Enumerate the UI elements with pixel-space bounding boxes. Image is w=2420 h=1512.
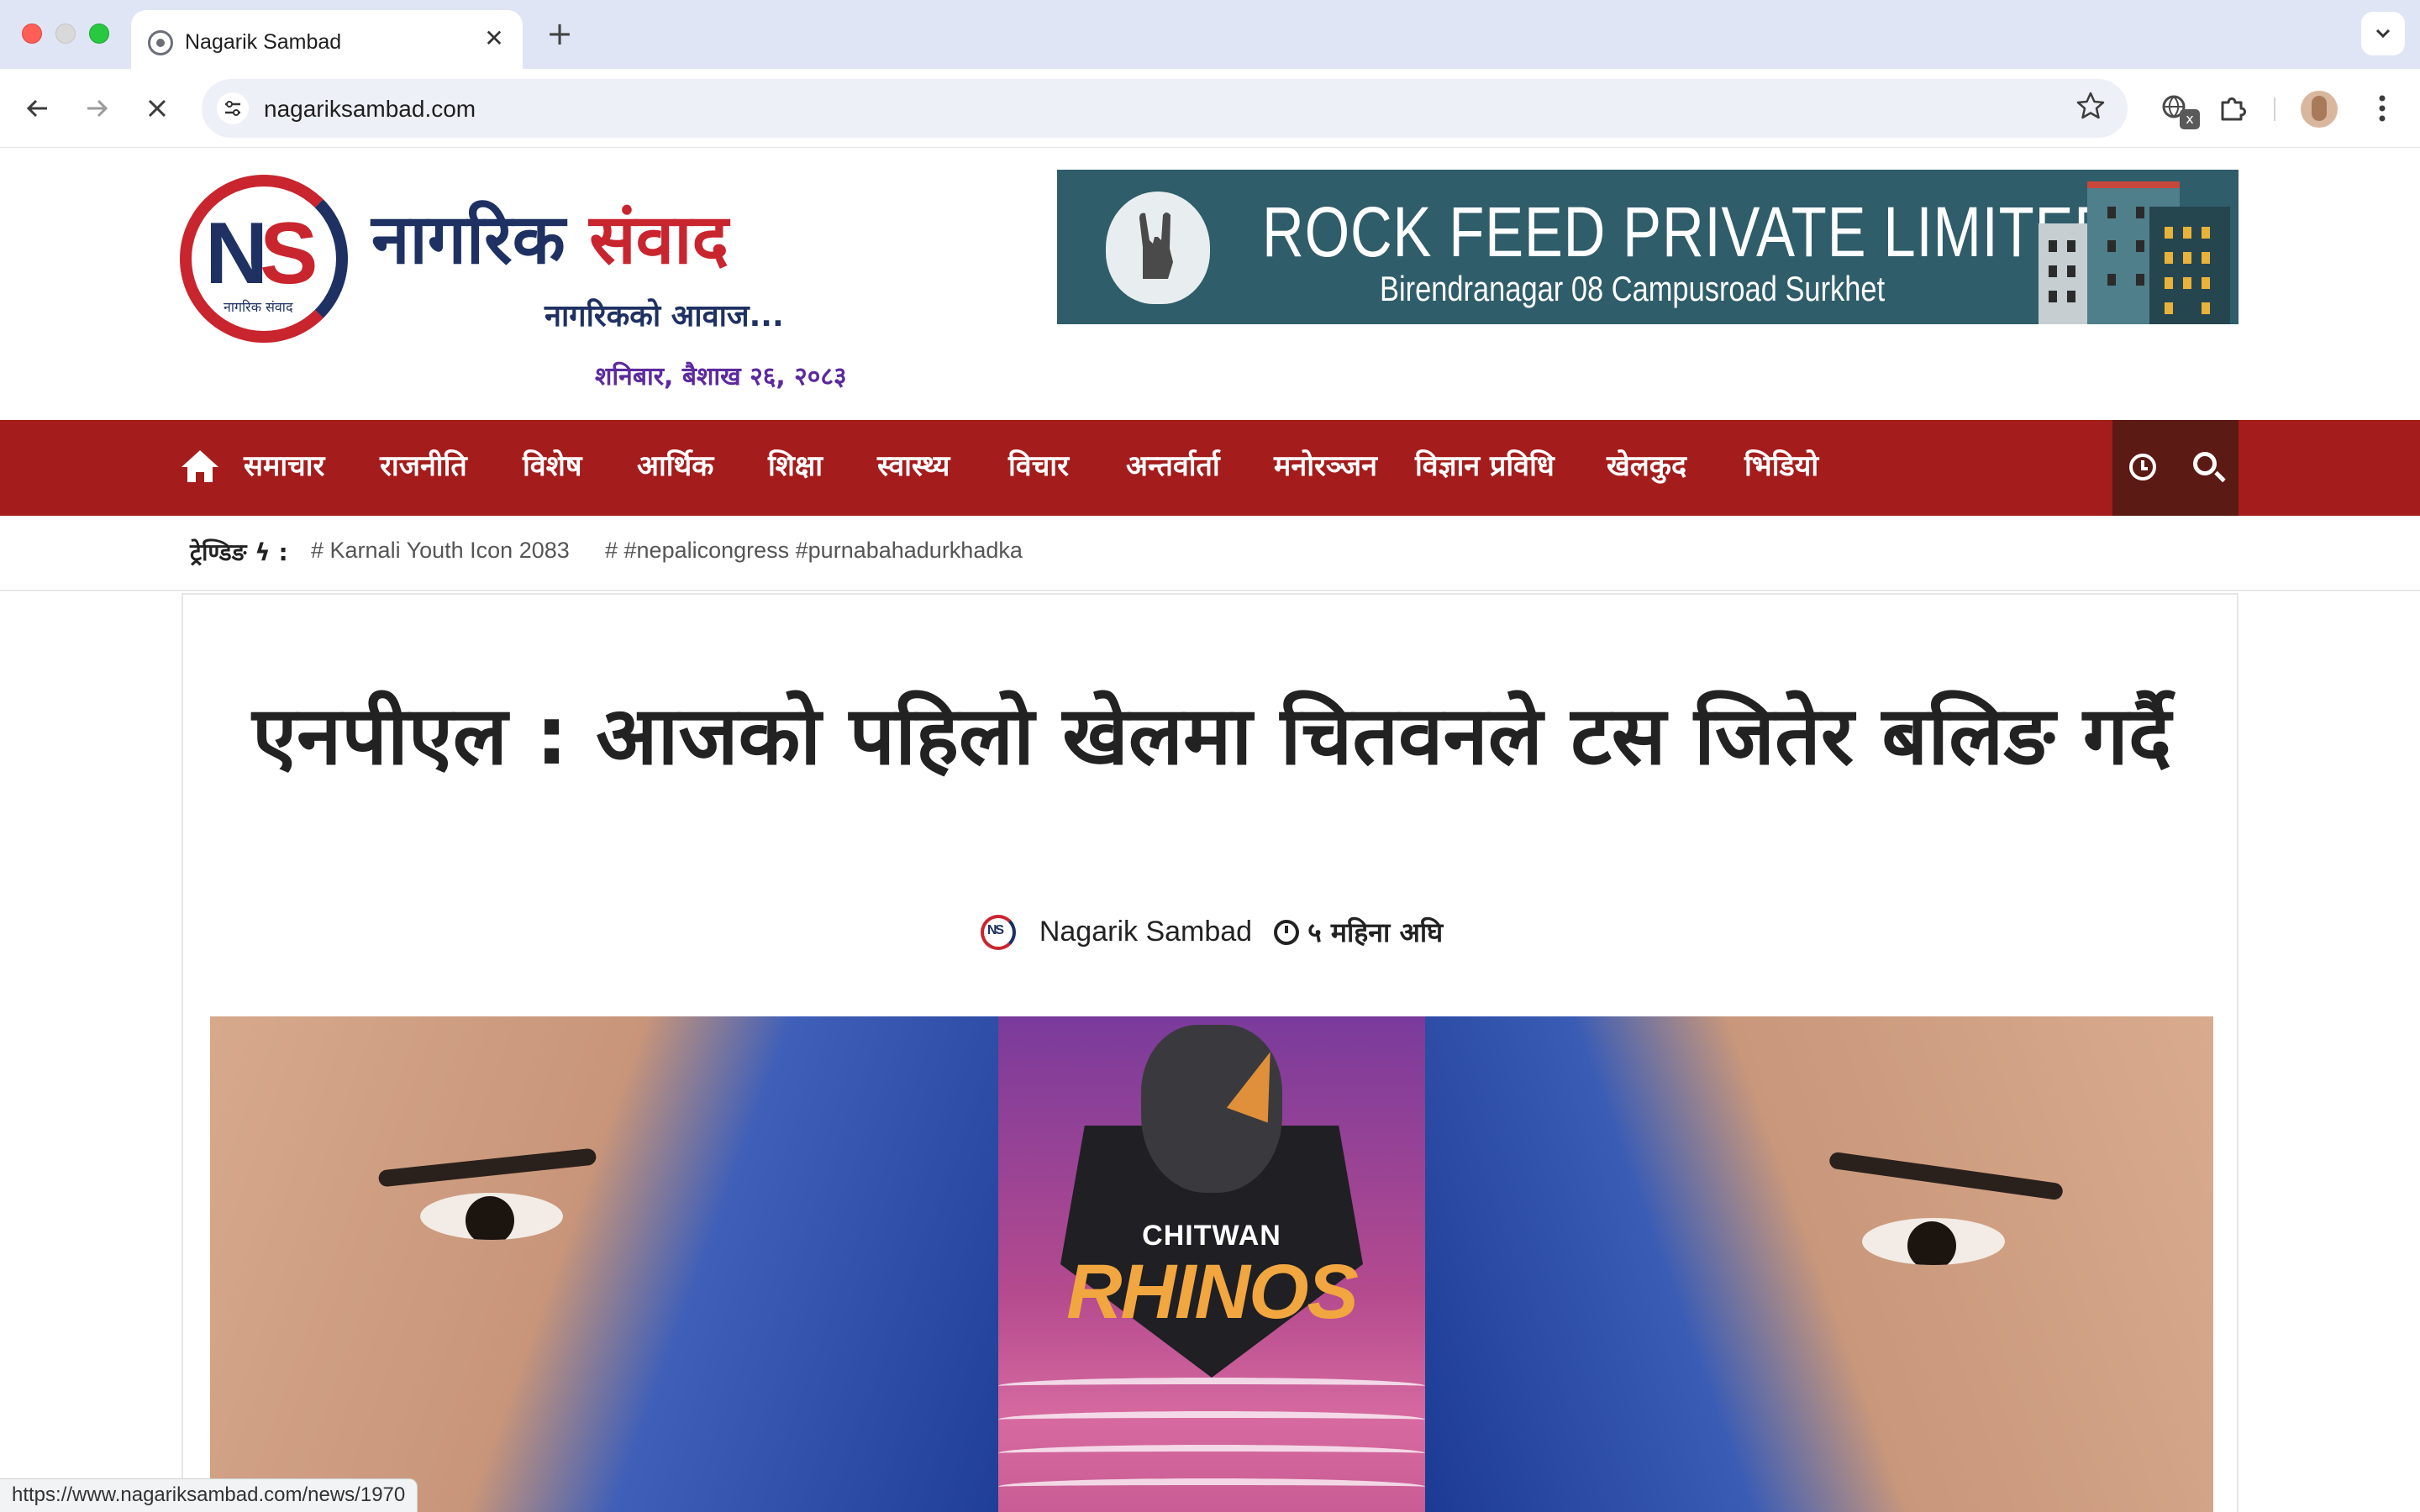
brand-name-part1: नागरिक	[371, 200, 566, 280]
rock-hand-logo	[1106, 192, 1210, 304]
site-info-button[interactable]	[217, 92, 249, 124]
tab-title: Nagarik Sambad	[185, 30, 342, 54]
window-close-button[interactable]	[22, 24, 42, 44]
browser-tab-active[interactable]: Nagarik Sambad ✕	[131, 10, 523, 69]
team-name-top: CHITWAN	[1142, 1220, 1281, 1252]
clock-icon[interactable]	[2129, 454, 2156, 480]
current-date: शनिबार, बैशाख २६, २०८३	[595, 362, 847, 391]
tab-search-button[interactable]	[2361, 12, 2405, 55]
nav-item-samachar[interactable]: समाचार	[244, 445, 324, 487]
article-headline: एनपीएल : आजको पहिलो खेलमा चितवनले टस जित…	[252, 689, 2171, 783]
nav-item-bigyan-prabidhi[interactable]: विज्ञान प्रविधि	[1415, 445, 1555, 487]
back-button[interactable]	[17, 87, 59, 129]
team-name-bottom: RHINOS	[1066, 1249, 1359, 1335]
arrow-right-icon	[87, 99, 108, 118]
nav-item-bichar[interactable]: विचार	[1008, 445, 1069, 487]
browser-toolbar: nagariksambad.com x	[0, 69, 2420, 148]
article-meta: Nagarik Sambad ५ महिना अघि	[183, 914, 2240, 956]
brand-name-part2: संवाद	[589, 200, 729, 280]
tab-close-icon[interactable]: ✕	[481, 25, 508, 52]
extension-badge: x	[2180, 109, 2200, 129]
ad-title: ROCK FEED PRIVATE LIMITED	[1262, 192, 2117, 271]
browser-menu-button[interactable]	[2363, 89, 2402, 128]
brand-name[interactable]: नागरिक संवाद	[371, 198, 729, 282]
chitwan-rhinos-logo: CHITWAN RHINOS	[1060, 1025, 1363, 1378]
ad-subtitle: Birendranagar 08 Campusroad Surkhet	[1380, 269, 1886, 308]
new-tab-button[interactable]: +	[541, 15, 578, 52]
search-icon[interactable]	[2193, 452, 2217, 475]
trending-tag[interactable]: # Karnali Youth Icon 2083	[311, 538, 570, 564]
nav-item-antarvarta[interactable]: अन्तर्वार्ता	[1126, 445, 1220, 487]
close-icon	[148, 99, 166, 118]
arrow-left-icon	[26, 99, 47, 118]
player-photo-right	[1425, 1016, 2213, 1512]
nav-item-rajniti[interactable]: राजनीति	[380, 445, 467, 487]
kebab-menu-icon	[2379, 95, 2386, 122]
browser-tab-strip: Nagarik Sambad ✕ +	[0, 0, 2420, 69]
author-name[interactable]: Nagarik Sambad	[1039, 916, 1252, 948]
nav-item-khelkud[interactable]: खेलकुद	[1607, 445, 1686, 487]
bookmark-star-icon[interactable]	[2075, 91, 2106, 129]
window-minimize-button[interactable]	[55, 24, 76, 44]
extension-icon[interactable]: x	[2156, 89, 2200, 129]
main-navigation: समाचार राजनीति विशेष आर्थिक शिक्षा स्वास…	[0, 420, 2420, 516]
status-link-preview: https://www.nagariksambad.com/news/1970	[0, 1478, 418, 1512]
tune-icon	[225, 101, 240, 116]
author-avatar[interactable]	[980, 914, 1016, 950]
trending-tag[interactable]: # #nepalicongress #purnabahadurkhadka	[605, 538, 1023, 564]
nav-tools	[2112, 420, 2238, 516]
window-maximize-button[interactable]	[89, 24, 109, 44]
toolbar-separator	[2274, 97, 2275, 121]
nav-item-swasthya[interactable]: स्वास्थ्य	[877, 445, 950, 487]
nav-item-shiksha[interactable]: शिक्षा	[768, 445, 823, 487]
logo-subtitle: नागरिक संवाद	[224, 299, 293, 315]
nav-item-video[interactable]: भिडियो	[1744, 445, 1818, 487]
trending-bar: ट्रेण्डिङ ϟ : # Karnali Youth Icon 2083 …	[0, 516, 2420, 591]
published-time: ५ महिना अघि	[1307, 916, 1444, 948]
article-card: एनपीएल : आजको पहिलो खेलमा चितवनले टस जित…	[182, 593, 2238, 1512]
home-icon[interactable]	[180, 447, 220, 487]
building-illustration	[2149, 207, 2230, 324]
nav-item-arthik[interactable]: आर्थिक	[637, 445, 713, 487]
extensions-menu-button[interactable]	[2213, 89, 2252, 128]
chevron-down-icon	[2375, 29, 2391, 39]
ad-banner[interactable]: ROCK FEED PRIVATE LIMITED Birendranagar …	[1057, 170, 2238, 324]
nav-item-manoranjan[interactable]: मनोरञ्जन	[1274, 445, 1377, 487]
player-photo-left	[210, 1016, 998, 1512]
rock-hand-icon	[1139, 213, 1173, 279]
article-hero-image[interactable]: CHITWAN RHINOS	[210, 1016, 2213, 1512]
logo-letters: NS	[205, 205, 318, 302]
puzzle-icon	[2221, 97, 2246, 121]
avatar[interactable]	[2301, 91, 2338, 128]
url-text[interactable]: nagariksambad.com	[264, 96, 476, 123]
forward-button[interactable]	[76, 87, 118, 129]
site-logo[interactable]: NS नागरिक संवाद	[180, 175, 355, 344]
nav-item-bishesh[interactable]: विशेष	[523, 445, 581, 487]
trending-label: ट्रेण्डिङ ϟ :	[190, 538, 288, 566]
star-icon	[2076, 92, 2105, 119]
site-tagline: नागरिकको आवाज...	[544, 299, 784, 333]
clock-icon	[1274, 919, 1300, 945]
tab-favicon-icon	[148, 30, 173, 55]
stop-loading-button[interactable]	[136, 87, 178, 129]
address-bar[interactable]: nagariksambad.com	[202, 79, 2128, 138]
